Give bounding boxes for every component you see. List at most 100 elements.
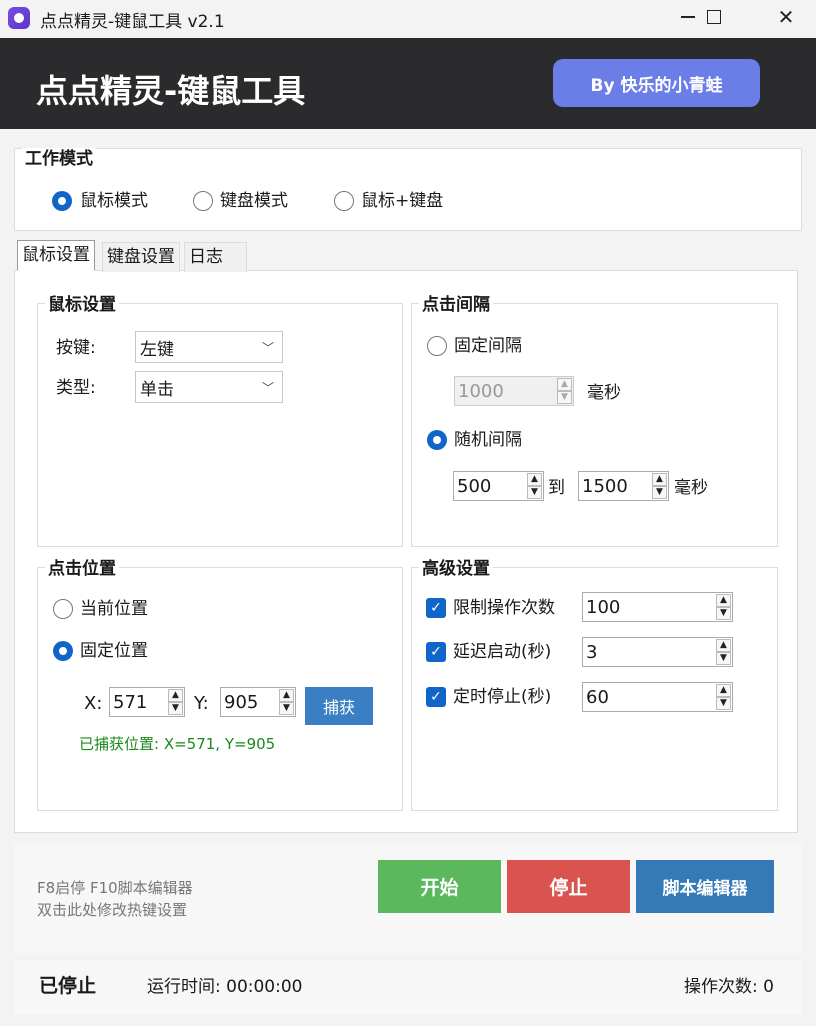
random-to-label: 到 bbox=[548, 478, 565, 498]
limit-count-checkbox[interactable]: ✓ bbox=[426, 598, 446, 618]
spin-up-icon[interactable]: ▲ bbox=[652, 473, 667, 486]
status-state: 已停止 bbox=[39, 975, 97, 997]
spin-up-icon[interactable]: ▲ bbox=[716, 594, 731, 607]
timed-stop-input[interactable]: 60 ▲ ▼ bbox=[582, 682, 733, 712]
tab-mouse-settings[interactable]: 鼠标设置 bbox=[17, 240, 95, 271]
spin-up-icon[interactable]: ▲ bbox=[716, 684, 731, 697]
random-min-stepper[interactable]: ▲ ▼ bbox=[527, 473, 542, 499]
keyboard-mode-label: 键盘模式 bbox=[220, 191, 288, 211]
delay-start-value: 3 bbox=[586, 641, 598, 663]
click-position-title: 点击位置 bbox=[45, 558, 119, 580]
window-title: 点点精灵-键鼠工具 v2.1 bbox=[40, 12, 225, 32]
spin-down-icon[interactable]: ▼ bbox=[716, 697, 731, 710]
title-bar: 点点精灵-键鼠工具 v2.1 ✕ bbox=[0, 0, 816, 38]
checkmark-icon: ✓ bbox=[430, 689, 442, 705]
tab-log[interactable]: 日志 bbox=[184, 242, 247, 272]
x-coordinate-value: 571 bbox=[113, 691, 148, 713]
fixed-position-label: 固定位置 bbox=[80, 641, 148, 661]
limit-count-input[interactable]: 100 ▲ ▼ bbox=[582, 592, 733, 622]
spin-down-icon[interactable]: ▼ bbox=[652, 486, 667, 499]
radio-mouse-keyboard-mode[interactable] bbox=[334, 191, 354, 211]
click-interval-title: 点击间隔 bbox=[419, 294, 493, 316]
status-op-count: 操作次数: 0 bbox=[684, 977, 774, 997]
mouse-button-select[interactable]: 左键 ﹀ bbox=[135, 331, 283, 363]
spin-up-icon[interactable]: ▲ bbox=[168, 689, 183, 702]
close-button[interactable]: ✕ bbox=[758, 0, 814, 34]
limit-count-stepper[interactable]: ▲ ▼ bbox=[716, 594, 731, 620]
chevron-down-icon: ﹀ bbox=[261, 381, 274, 395]
delay-start-checkbox[interactable]: ✓ bbox=[426, 642, 446, 662]
timed-stop-label: 定时停止(秒) bbox=[453, 687, 552, 707]
delay-start-input[interactable]: 3 ▲ ▼ bbox=[582, 637, 733, 667]
spin-down-icon[interactable]: ▼ bbox=[716, 652, 731, 665]
app-icon bbox=[8, 7, 30, 29]
maximize-icon bbox=[707, 10, 721, 24]
hotkey-hint-line2: 双击此处修改热键设置 bbox=[37, 901, 188, 919]
type-label: 类型: bbox=[56, 378, 96, 398]
mouse-mode-label: 鼠标模式 bbox=[80, 191, 148, 211]
x-coordinate-input[interactable]: 571 ▲ ▼ bbox=[109, 687, 185, 717]
stop-button[interactable]: 停止 bbox=[507, 860, 630, 913]
mouse-settings-title: 鼠标设置 bbox=[45, 294, 119, 316]
delay-start-label: 延迟启动(秒) bbox=[453, 642, 552, 662]
mouse-button-value: 左键 bbox=[140, 339, 174, 360]
limit-count-value: 100 bbox=[586, 596, 621, 618]
y-coordinate-value: 905 bbox=[224, 691, 259, 713]
random-min-input[interactable]: 500 ▲ ▼ bbox=[453, 471, 544, 501]
random-max-value: 1500 bbox=[582, 475, 628, 497]
random-max-input[interactable]: 1500 ▲ ▼ bbox=[578, 471, 669, 501]
delay-start-stepper[interactable]: ▲ ▼ bbox=[716, 639, 731, 665]
mouse-keyboard-mode-label: 鼠标+键盘 bbox=[361, 191, 444, 211]
y-coordinate-input[interactable]: 905 ▲ ▼ bbox=[220, 687, 296, 717]
random-interval-unit: 毫秒 bbox=[674, 478, 708, 498]
spin-up-icon[interactable]: ▲ bbox=[527, 473, 542, 486]
radio-current-position[interactable] bbox=[53, 599, 73, 619]
status-runtime: 运行时间: 00:00:00 bbox=[147, 977, 303, 997]
x-coordinate-stepper[interactable]: ▲ ▼ bbox=[168, 689, 183, 715]
radio-random-interval[interactable] bbox=[427, 430, 447, 450]
hotkey-hint-line1: F8启停 F10脚本编辑器 bbox=[37, 879, 193, 897]
start-button[interactable]: 开始 bbox=[378, 860, 501, 913]
chevron-down-icon: ﹀ bbox=[261, 341, 274, 355]
spin-down-icon[interactable]: ▼ bbox=[557, 391, 572, 404]
radio-fixed-interval[interactable] bbox=[427, 336, 447, 356]
fixed-interval-stepper[interactable]: ▲ ▼ bbox=[557, 378, 572, 404]
hotkey-hint[interactable]: F8启停 F10脚本编辑器 双击此处修改热键设置 bbox=[37, 877, 193, 921]
capture-button[interactable]: 捕获 bbox=[305, 687, 373, 725]
timed-stop-checkbox[interactable]: ✓ bbox=[426, 687, 446, 707]
checkmark-icon: ✓ bbox=[430, 600, 442, 616]
timed-stop-stepper[interactable]: ▲ ▼ bbox=[716, 684, 731, 710]
script-editor-button[interactable]: 脚本编辑器 bbox=[636, 860, 774, 913]
captured-position-text: 已捕获位置: X=571, Y=905 bbox=[79, 735, 276, 753]
x-label: X: bbox=[84, 693, 103, 714]
advanced-settings-title: 高级设置 bbox=[419, 558, 493, 580]
spin-down-icon[interactable]: ▼ bbox=[168, 702, 183, 715]
spin-up-icon[interactable]: ▲ bbox=[279, 689, 294, 702]
current-position-label: 当前位置 bbox=[80, 599, 148, 619]
radio-fixed-position[interactable] bbox=[53, 641, 73, 661]
spin-up-icon[interactable]: ▲ bbox=[716, 639, 731, 652]
spin-down-icon[interactable]: ▼ bbox=[716, 607, 731, 620]
y-coordinate-stepper[interactable]: ▲ ▼ bbox=[279, 689, 294, 715]
maximize-button[interactable] bbox=[686, 0, 742, 34]
close-icon: ✕ bbox=[777, 5, 795, 29]
spin-down-icon[interactable]: ▼ bbox=[279, 702, 294, 715]
radio-keyboard-mode[interactable] bbox=[193, 191, 213, 211]
y-label: Y: bbox=[194, 693, 209, 714]
spin-down-icon[interactable]: ▼ bbox=[527, 486, 542, 499]
checkmark-icon: ✓ bbox=[430, 644, 442, 660]
button-label: 按键: bbox=[56, 338, 96, 358]
app-header: 点点精灵-键鼠工具 By 快乐的小青蛙 bbox=[0, 38, 816, 129]
fixed-interval-label: 固定间隔 bbox=[454, 336, 522, 356]
radio-mouse-mode[interactable] bbox=[52, 191, 72, 211]
spin-up-icon[interactable]: ▲ bbox=[557, 378, 572, 391]
click-type-select[interactable]: 单击 ﹀ bbox=[135, 371, 283, 403]
header-title: 点点精灵-键鼠工具 bbox=[36, 72, 306, 110]
work-mode-title: 工作模式 bbox=[22, 148, 96, 170]
random-interval-label: 随机间隔 bbox=[454, 430, 522, 450]
click-type-value: 单击 bbox=[140, 379, 174, 400]
author-button[interactable]: By 快乐的小青蛙 bbox=[553, 59, 760, 107]
fixed-interval-input[interactable]: 1000 ▲ ▼ bbox=[454, 376, 574, 406]
random-max-stepper[interactable]: ▲ ▼ bbox=[652, 473, 667, 499]
tab-keyboard-settings[interactable]: 键盘设置 bbox=[102, 242, 180, 272]
